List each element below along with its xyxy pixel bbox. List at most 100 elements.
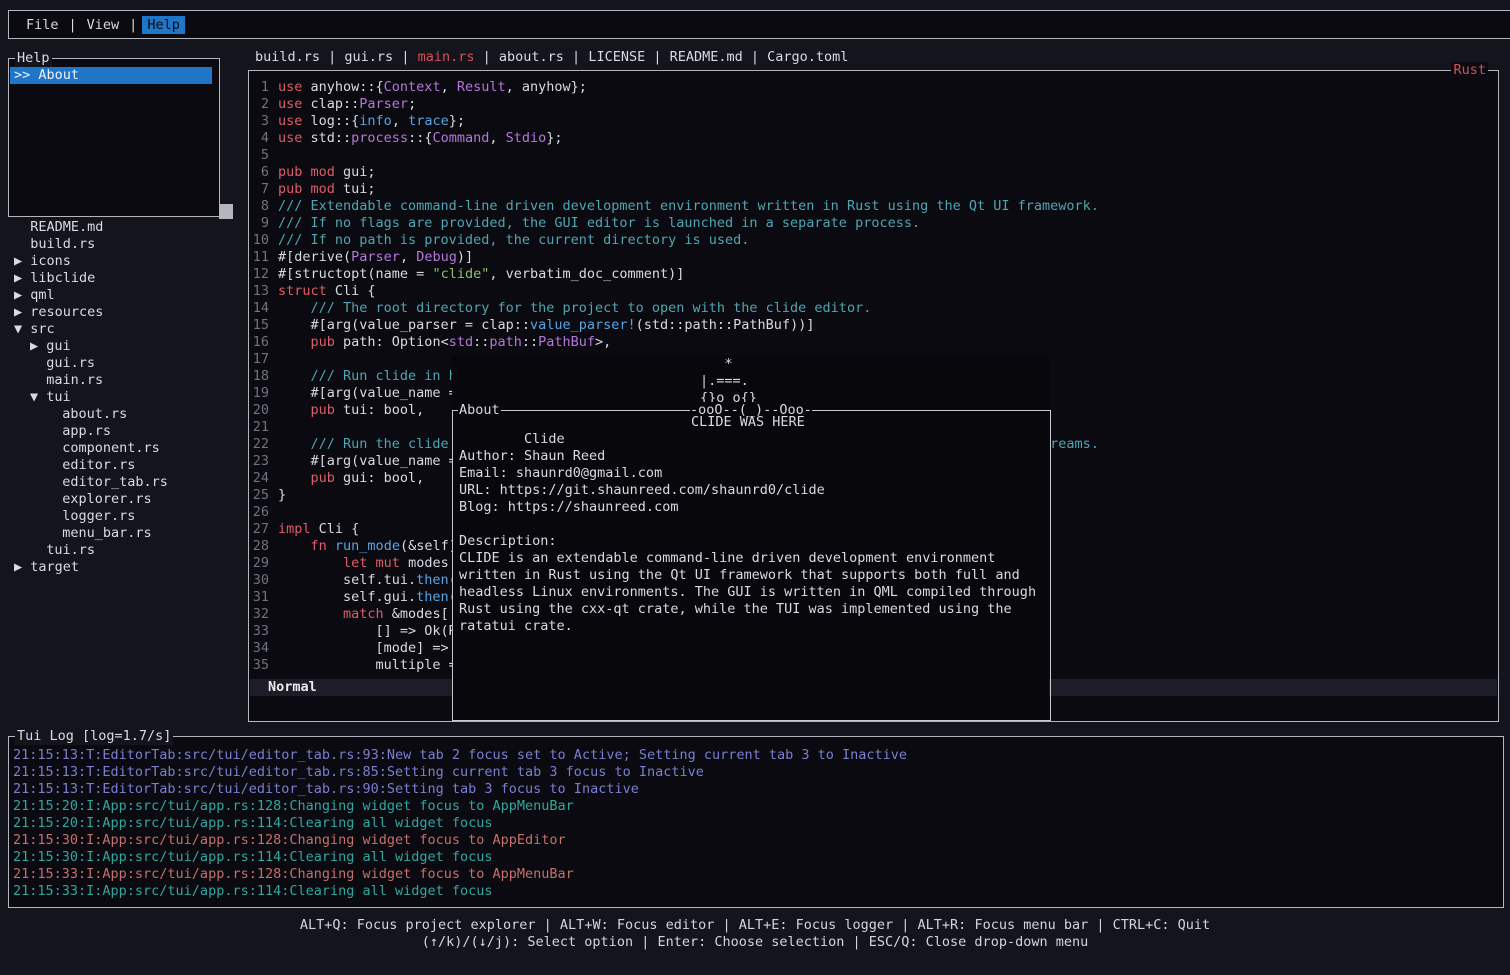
tab-about.rs[interactable]: about.rs — [499, 49, 564, 65]
tree-item-label: main.rs — [46, 372, 103, 388]
line-number: 26 — [251, 504, 269, 521]
code-token: ; — [408, 96, 416, 112]
tree-item-explorer.rs[interactable]: explorer.rs — [8, 491, 240, 508]
code-line-6[interactable]: 6pub mod gui; — [251, 164, 1496, 181]
line-number: 29 — [251, 555, 269, 572]
scrollbar-thumb[interactable] — [219, 204, 233, 219]
code-line-13[interactable]: 13struct Cli { — [251, 283, 1496, 300]
code-line-12[interactable]: 12#[structopt(name = "clide", verbatim_d… — [251, 266, 1496, 283]
line-number: 16 — [251, 334, 269, 351]
line-number: 10 — [251, 232, 269, 249]
tab-build.rs[interactable]: build.rs — [255, 49, 320, 65]
app-tagline: CLIDE WAS HERE — [691, 414, 805, 431]
code-line-15[interactable]: 15 #[arg(value_parser = clap::value_pars… — [251, 317, 1496, 334]
log-lines: 21:15:13:T:EditorTab:src/tui/editor_tab.… — [13, 747, 1499, 900]
tree-item-build.rs[interactable]: build.rs — [8, 236, 240, 253]
code-token: use — [278, 96, 302, 112]
code-token: Cli { — [311, 521, 360, 537]
code-line-2[interactable]: 2use clap::Parser; — [251, 96, 1496, 113]
tree-item-src[interactable]: ▼ src — [8, 321, 240, 338]
tab-README.md[interactable]: README.md — [670, 49, 743, 65]
code-line-14[interactable]: 14 /// The root directory for the projec… — [251, 300, 1496, 317]
tree-item-component.rs[interactable]: component.rs — [8, 440, 240, 457]
code-line-4[interactable]: 4use std::process::{Command, Stdio}; — [251, 130, 1496, 147]
tree-item-resources[interactable]: ▶ resources — [8, 304, 240, 321]
line-number: 31 — [251, 589, 269, 606]
menu-item-help[interactable]: Help — [142, 16, 185, 34]
tree-item-editor_tab.rs[interactable]: editor_tab.rs — [8, 474, 240, 491]
tab-main.rs[interactable]: main.rs — [418, 49, 475, 65]
tree-indent — [46, 525, 62, 541]
code-line-7[interactable]: 7pub mod tui; — [251, 181, 1496, 198]
code-token: std — [449, 334, 473, 350]
tree-item-tui[interactable]: ▼ tui — [8, 389, 240, 406]
tree-item-about.rs[interactable]: about.rs — [8, 406, 240, 423]
code-token: , — [392, 113, 408, 129]
code-token — [278, 334, 311, 350]
code-token: , verbatim_doc_comment)] — [489, 266, 684, 282]
about-info-lines: Author: Shaun ReedEmail: shaunrd0@gmail.… — [459, 448, 1046, 516]
code-token: :: — [473, 334, 489, 350]
about-description-line: ratatui crate. — [459, 618, 1046, 635]
tree-item-target[interactable]: ▶ target — [8, 559, 240, 576]
code-token: :: — [522, 334, 538, 350]
code-line-8[interactable]: 8/// Extendable command-line driven deve… — [251, 198, 1496, 215]
tree-item-app.rs[interactable]: app.rs — [8, 423, 240, 440]
log-line: 21:15:20:I:App:src/tui/app.rs:128:Changi… — [13, 798, 1499, 815]
code-token — [278, 606, 343, 622]
tree-indent — [30, 355, 46, 371]
tab-LICENSE[interactable]: LICENSE — [588, 49, 645, 65]
code-token: pub — [311, 334, 335, 350]
tab-Cargo.toml[interactable]: Cargo.toml — [767, 49, 848, 65]
tree-item-main.rs[interactable]: main.rs — [8, 372, 240, 389]
tree-item-README.md[interactable]: README.md — [8, 219, 240, 236]
code-token — [278, 402, 311, 418]
tree-item-label: app.rs — [62, 423, 111, 439]
tree-item-label: icons — [30, 253, 71, 269]
log-panel[interactable]: Tui Log [log=1.7/s] 21:15:13:T:EditorTab… — [8, 736, 1504, 908]
code-line-16[interactable]: 16 pub path: Option<std::path::PathBuf>, — [251, 334, 1496, 351]
help-option-about[interactable]: >> About — [10, 67, 212, 84]
line-number: 21 — [251, 419, 269, 436]
code-line-9[interactable]: 9/// If no flags are provided, the GUI e… — [251, 215, 1496, 232]
code-line-3[interactable]: 3use log::{info, trace}; — [251, 113, 1496, 130]
tab-gui.rs[interactable]: gui.rs — [344, 49, 393, 65]
code-line-11[interactable]: 11#[derive(Parser, Debug)] — [251, 249, 1496, 266]
code-token: use — [278, 79, 302, 95]
code-token: trace — [408, 113, 449, 129]
line-number: 6 — [251, 164, 269, 181]
code-line-10[interactable]: 10/// If no path is provided, the curren… — [251, 232, 1496, 249]
menu-item-view[interactable]: View — [82, 16, 125, 34]
chevron-right-icon: ▶ — [14, 287, 30, 303]
tree-item-gui[interactable]: ▶ gui — [8, 338, 240, 355]
tree-item-libclide[interactable]: ▶ libclide — [8, 270, 240, 287]
chevron-right-icon: ▶ — [14, 559, 30, 575]
chevron-down-icon: ▼ — [14, 321, 30, 337]
description-label: Description: — [459, 533, 1046, 550]
code-line-5[interactable]: 5 — [251, 147, 1496, 164]
menu-item-file[interactable]: File — [21, 16, 64, 34]
code-line-1[interactable]: 1use anyhow::{Context, Result, anyhow}; — [251, 79, 1496, 96]
keybinding-help-line2: (↑/k)/(↓/j): Select option | Enter: Choo… — [0, 934, 1510, 951]
blank-row — [459, 431, 1046, 448]
code-token: } — [278, 487, 286, 503]
about-description-line: CLIDE is an extendable command-line driv… — [459, 550, 1046, 567]
tree-item-qml[interactable]: ▶ qml — [8, 287, 240, 304]
code-token: /// Extendable command-line driven devel… — [278, 198, 1099, 214]
keybinding-help-line1: ALT+Q: Focus project explorer | ALT+W: F… — [0, 917, 1510, 934]
tree-item-tui.rs[interactable]: tui.rs — [8, 542, 240, 559]
tree-item-menu_bar.rs[interactable]: menu_bar.rs — [8, 525, 240, 542]
line-number: 35 — [251, 657, 269, 674]
tree-item-logger.rs[interactable]: logger.rs — [8, 508, 240, 525]
chevron-right-icon: ▶ — [14, 304, 30, 320]
tree-item-gui.rs[interactable]: gui.rs — [8, 355, 240, 372]
tree-item-label: src — [30, 321, 54, 337]
code-token: std:: — [302, 130, 351, 146]
code-token: Cli { — [327, 283, 376, 299]
tree-item-label: editor_tab.rs — [62, 474, 168, 490]
code-token: )] — [457, 249, 473, 265]
tree-item-editor.rs[interactable]: editor.rs — [8, 457, 240, 474]
code-token: Parser — [359, 96, 408, 112]
tree-item-icons[interactable]: ▶ icons — [8, 253, 240, 270]
line-number: 25 — [251, 487, 269, 504]
